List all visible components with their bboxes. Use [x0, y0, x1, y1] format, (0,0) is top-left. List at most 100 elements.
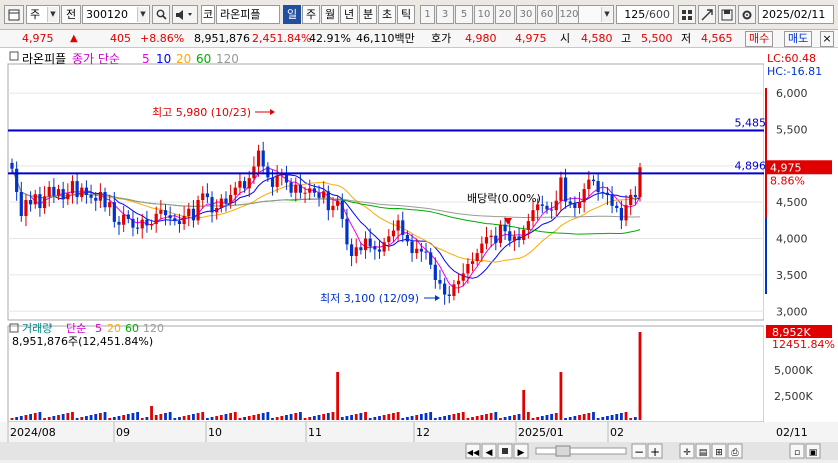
volume-bar[interactable] [457, 413, 460, 420]
candle-body[interactable] [410, 241, 414, 254]
candle-body[interactable] [438, 280, 442, 284]
volume-bar[interactable] [192, 414, 195, 420]
date-input[interactable]: 2025/02/11 [758, 5, 834, 24]
volume-bar[interactable] [275, 417, 279, 420]
candle-body[interactable] [215, 208, 219, 213]
candle-body[interactable] [70, 181, 75, 194]
volume-bar[interactable] [61, 414, 65, 420]
candle-body[interactable] [308, 188, 312, 193]
candle-body[interactable] [591, 179, 596, 182]
candle-body[interactable] [559, 177, 563, 201]
candle-body[interactable] [503, 224, 507, 232]
volume-bar[interactable] [85, 416, 88, 420]
candle-body[interactable] [498, 224, 503, 243]
period-select[interactable]: 주 ▼ [26, 5, 60, 24]
candle-body[interactable] [452, 284, 456, 296]
candle-body[interactable] [373, 246, 377, 250]
volume-legend-ma-20[interactable]: 20 [107, 322, 121, 335]
candle-body[interactable] [601, 192, 605, 193]
volume-bar[interactable] [550, 414, 554, 420]
candle-body[interactable] [624, 205, 628, 221]
candle-body[interactable] [605, 192, 610, 195]
candle-body[interactable] [52, 186, 56, 196]
volume-bar[interactable] [71, 412, 74, 420]
candle-body[interactable] [33, 194, 37, 205]
candle-body[interactable] [382, 242, 386, 252]
legend-ma-60[interactable]: 60 [196, 52, 211, 66]
bar-count-input[interactable]: 125/600 [616, 5, 674, 24]
volume-bar[interactable] [438, 417, 442, 420]
volume-legend-ma-5[interactable]: 5 [95, 322, 102, 335]
volume-bar[interactable] [619, 413, 623, 420]
candle-body[interactable] [340, 200, 344, 219]
legend-ma-20[interactable]: 20 [176, 52, 191, 66]
close-icon[interactable]: × [820, 31, 834, 47]
volume-bar[interactable] [559, 372, 563, 420]
volume-bar[interactable] [94, 414, 98, 420]
candle-body[interactable] [638, 167, 642, 198]
candle-body[interactable] [42, 196, 47, 208]
period-number-120[interactable]: 120 [558, 5, 580, 24]
volume-bar[interactable] [168, 412, 172, 420]
volume-bar[interactable] [471, 417, 474, 420]
prev-button[interactable]: 전 [61, 5, 81, 24]
volume-bar[interactable] [508, 416, 512, 420]
volume-bar[interactable] [554, 413, 558, 420]
volume-bar[interactable] [587, 413, 591, 420]
volume-bar[interactable] [98, 413, 102, 420]
volume-bar[interactable] [540, 416, 544, 420]
tab-4[interactable]: 분 [359, 5, 377, 24]
candle-body[interactable] [331, 205, 335, 211]
candle-body[interactable] [475, 253, 479, 262]
candle-body[interactable] [322, 191, 326, 198]
volume-bar[interactable] [531, 418, 535, 420]
volume-bar[interactable] [122, 415, 126, 420]
volume-bar[interactable] [466, 418, 470, 420]
volume-bar[interactable] [38, 412, 42, 420]
candle-body[interactable] [629, 194, 633, 206]
volume-bar[interactable] [582, 414, 586, 420]
volume-bar[interactable] [294, 413, 298, 420]
candle-body[interactable] [163, 210, 168, 216]
candle-body[interactable] [66, 193, 70, 200]
volume-bar[interactable] [592, 412, 595, 420]
candle-body[interactable] [284, 174, 289, 183]
candle-body[interactable] [619, 208, 623, 221]
volume-bar[interactable] [238, 418, 242, 420]
candle-body[interactable] [131, 218, 135, 228]
tab-0[interactable]: 일 [283, 5, 301, 24]
period-number-3[interactable]: 3 [436, 5, 454, 24]
candle-body[interactable] [261, 150, 265, 167]
candle-body[interactable] [550, 209, 554, 211]
volume-bar[interactable] [159, 414, 163, 420]
volume-bar[interactable] [340, 417, 344, 420]
candle-body[interactable] [596, 181, 600, 192]
tab-5[interactable]: 초 [378, 5, 396, 24]
volume-bar[interactable] [57, 415, 60, 420]
legend-ma-120[interactable]: 120 [216, 52, 239, 66]
candle-body[interactable] [191, 208, 196, 221]
stock-code-input[interactable]: 300120 ▼ [82, 5, 150, 24]
candle-body[interactable] [517, 236, 521, 240]
volume-bar[interactable] [299, 412, 302, 420]
candle-body[interactable] [489, 235, 493, 238]
candle-body[interactable] [275, 175, 279, 187]
legend-ma-5[interactable]: 5 [142, 52, 150, 66]
volume-bar[interactable] [596, 418, 600, 420]
window-icon[interactable] [4, 5, 24, 24]
candle-body[interactable] [168, 215, 172, 219]
volume-bar[interactable] [312, 416, 316, 420]
candle-body[interactable] [219, 198, 223, 208]
volume-bar[interactable] [140, 418, 144, 420]
candle-body[interactable] [633, 194, 637, 198]
volume-bar[interactable] [573, 416, 577, 420]
candle-body[interactable] [484, 237, 489, 244]
candle-body[interactable] [443, 283, 447, 295]
candle-body[interactable] [317, 192, 321, 198]
candle-body[interactable] [224, 198, 228, 203]
candle-body[interactable] [108, 202, 112, 208]
volume-bar[interactable] [489, 413, 493, 420]
volume-bar[interactable] [485, 414, 488, 420]
volume-bar[interactable] [205, 418, 209, 420]
candle-body[interactable] [238, 181, 242, 188]
